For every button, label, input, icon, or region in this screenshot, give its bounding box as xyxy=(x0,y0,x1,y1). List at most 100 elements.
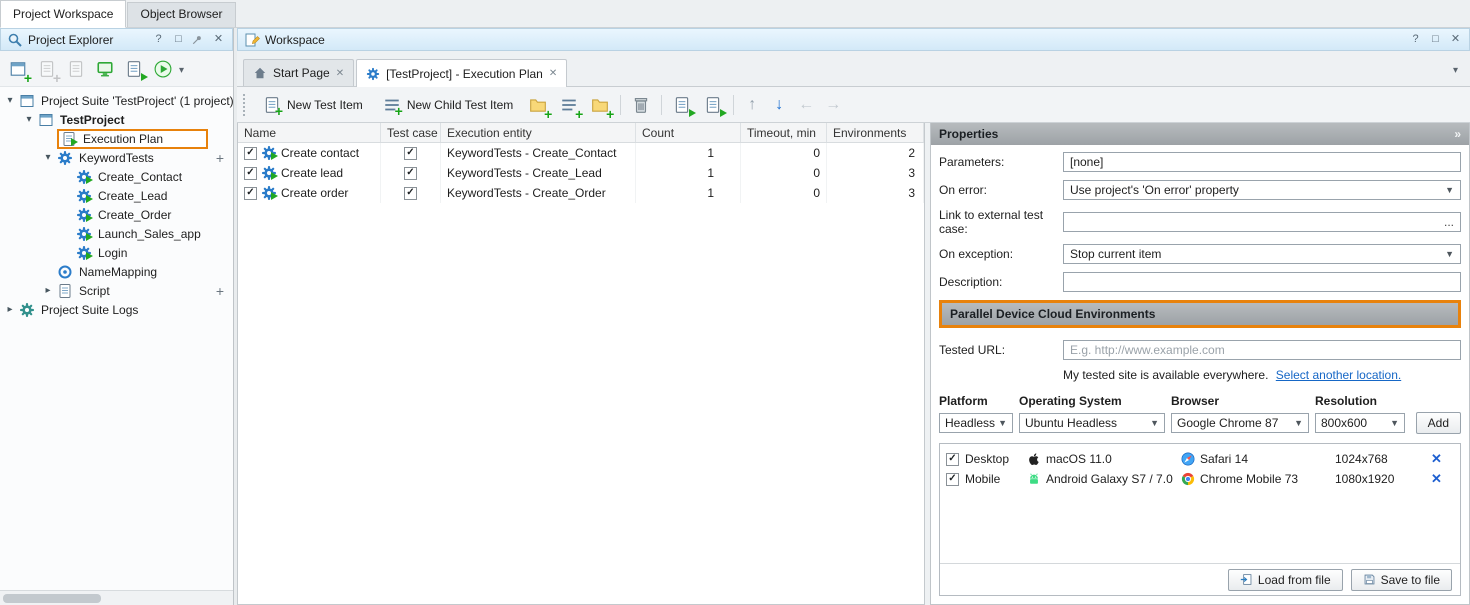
environments-cell[interactable]: 2 xyxy=(827,143,924,163)
tree-item-project-suite[interactable]: Project Suite 'TestProject' (1 project) xyxy=(0,91,233,110)
float-window-icon[interactable] xyxy=(171,32,186,47)
add-existing-item-button[interactable] xyxy=(34,56,60,82)
save-to-file-button[interactable]: Save to file xyxy=(1351,569,1452,591)
new-child-test-item-button[interactable]: New Child Test Item xyxy=(375,93,520,117)
browse-icon[interactable] xyxy=(1444,215,1454,229)
close-icon[interactable] xyxy=(1448,32,1463,47)
test-case-checkbox[interactable] xyxy=(404,147,417,160)
environments-cell[interactable]: 3 xyxy=(827,183,924,203)
enabled-checkbox[interactable] xyxy=(244,187,257,200)
test-case-checkbox[interactable] xyxy=(404,167,417,180)
move-down-button[interactable] xyxy=(768,96,790,114)
column-header-timeout[interactable]: Timeout, min xyxy=(741,123,827,142)
table-row[interactable]: Create contact KeywordTests - Create_Con… xyxy=(238,143,924,163)
object-browser-button[interactable] xyxy=(92,56,118,82)
tree-item-create-contact[interactable]: Create_Contact xyxy=(0,167,233,186)
help-icon[interactable] xyxy=(151,32,166,47)
expander-icon[interactable] xyxy=(42,285,54,296)
tree-item-create-order[interactable]: Create_Order xyxy=(0,205,233,224)
on-exception-dropdown[interactable]: Stop current item xyxy=(1063,244,1461,264)
close-icon[interactable] xyxy=(211,32,226,47)
tab-start-page[interactable]: Start Page xyxy=(243,59,354,86)
tree-item-testproject[interactable]: TestProject xyxy=(0,110,233,129)
enabled-checkbox[interactable] xyxy=(244,147,257,160)
new-test-item-button[interactable]: New Test Item xyxy=(255,93,370,117)
tree-item-login[interactable]: Login xyxy=(0,243,233,262)
tab-execution-plan[interactable]: [TestProject] - Execution Plan xyxy=(356,59,567,87)
parameters-field[interactable]: [none] xyxy=(1063,152,1461,172)
table-row[interactable]: Create order KeywordTests - Create_Order… xyxy=(238,183,924,203)
tree-item-namemapping[interactable]: NameMapping xyxy=(0,262,233,281)
tree-item-launch-sales-app[interactable]: Launch_Sales_app xyxy=(0,224,233,243)
expander-icon[interactable] xyxy=(23,114,35,125)
add-new-item-button[interactable] xyxy=(5,56,31,82)
environments-cell[interactable]: 3 xyxy=(827,163,924,183)
run-project-button[interactable] xyxy=(150,56,176,82)
enabled-checkbox[interactable] xyxy=(244,167,257,180)
expander-icon[interactable] xyxy=(4,95,16,106)
expander-icon[interactable] xyxy=(4,304,16,315)
run-test-button[interactable] xyxy=(121,56,147,82)
float-window-icon[interactable] xyxy=(1428,32,1443,47)
timeout-cell[interactable]: 0 xyxy=(741,183,827,203)
pin-icon[interactable] xyxy=(191,34,206,46)
timeout-cell[interactable]: 0 xyxy=(741,163,827,183)
column-header-count[interactable]: Count xyxy=(636,123,741,142)
environment-row[interactable]: Mobile Android Galaxy S7 / 7.0 Chrome Mo… xyxy=(946,469,1454,489)
run-focused-button[interactable] xyxy=(700,92,726,118)
close-tab-icon[interactable] xyxy=(336,68,344,79)
add-script-icon[interactable] xyxy=(216,283,224,299)
tree-item-keywordtests[interactable]: KeywordTests xyxy=(0,148,233,167)
remove-environment-icon[interactable] xyxy=(1431,471,1468,487)
expander-icon[interactable] xyxy=(42,152,54,163)
platform-dropdown[interactable]: Headless xyxy=(939,413,1013,433)
run-options-caret-icon[interactable] xyxy=(179,62,184,76)
os-dropdown[interactable]: Ubuntu Headless xyxy=(1019,413,1165,433)
add-environment-button[interactable]: Add xyxy=(1416,412,1461,434)
column-header-name[interactable]: Name xyxy=(238,123,381,142)
tab-list-caret-icon[interactable] xyxy=(1453,62,1464,76)
new-folder-button[interactable] xyxy=(587,92,613,118)
select-location-link[interactable]: Select another location. xyxy=(1276,368,1401,382)
tree-item-execution-plan[interactable]: Execution Plan xyxy=(0,129,233,148)
tree-item-project-suite-logs[interactable]: Project Suite Logs xyxy=(0,300,233,319)
move-left-button[interactable] xyxy=(795,96,817,114)
resolution-dropdown[interactable]: 800x600 xyxy=(1315,413,1405,433)
tested-url-input[interactable] xyxy=(1063,340,1461,360)
move-up-button[interactable] xyxy=(741,96,763,114)
column-header-environments[interactable]: Environments xyxy=(827,123,924,142)
remove-environment-icon[interactable] xyxy=(1431,451,1468,467)
column-header-test-case[interactable]: Test case xyxy=(381,123,441,142)
toolbar-grip[interactable] xyxy=(243,94,247,116)
add-keyword-test-icon[interactable] xyxy=(216,150,224,166)
count-cell[interactable]: 1 xyxy=(636,183,741,203)
tab-project-workspace[interactable]: Project Workspace xyxy=(0,0,126,28)
export-item-button[interactable] xyxy=(63,56,89,82)
timeout-cell[interactable]: 0 xyxy=(741,143,827,163)
environment-row[interactable]: Desktop macOS 11.0 Safari 14 1024x768 xyxy=(946,449,1454,469)
new-list-button[interactable] xyxy=(556,92,582,118)
tree-item-create-lead[interactable]: Create_Lead xyxy=(0,186,233,205)
help-icon[interactable] xyxy=(1408,32,1423,47)
collapse-panel-icon[interactable] xyxy=(1454,127,1461,141)
link-external-field[interactable] xyxy=(1063,212,1461,232)
new-group-button[interactable] xyxy=(525,92,551,118)
close-tab-icon[interactable] xyxy=(549,68,557,79)
environment-checkbox[interactable] xyxy=(946,473,959,486)
on-error-dropdown[interactable]: Use project's 'On error' property xyxy=(1063,180,1461,200)
load-from-file-button[interactable]: Load from file xyxy=(1228,569,1343,591)
column-header-execution-entity[interactable]: Execution entity xyxy=(441,123,636,142)
description-field[interactable] xyxy=(1063,272,1461,292)
move-right-button[interactable] xyxy=(822,96,844,114)
environment-checkbox[interactable] xyxy=(946,453,959,466)
tab-object-browser[interactable]: Object Browser xyxy=(127,2,235,27)
browser-dropdown[interactable]: Google Chrome 87 xyxy=(1171,413,1309,433)
table-row[interactable]: Create lead KeywordTests - Create_Lead 1… xyxy=(238,163,924,183)
tree-item-script[interactable]: Script xyxy=(0,281,233,300)
count-cell[interactable]: 1 xyxy=(636,163,741,183)
scrollbar-thumb[interactable] xyxy=(3,594,101,603)
delete-button[interactable] xyxy=(628,92,654,118)
count-cell[interactable]: 1 xyxy=(636,143,741,163)
run-selected-button[interactable] xyxy=(669,92,695,118)
horizontal-scrollbar[interactable] xyxy=(0,590,233,605)
